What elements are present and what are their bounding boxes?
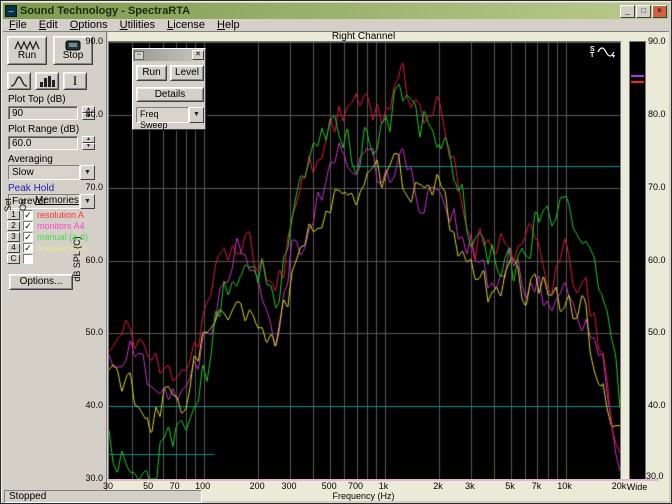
i-beam-icon: I xyxy=(73,75,77,87)
level-meter xyxy=(629,41,646,480)
meter-tick-70.0: 70.0 xyxy=(648,182,672,192)
averaging-label: Averaging xyxy=(8,154,53,165)
run-button[interactable]: Run xyxy=(7,36,47,65)
st-monogram: ST xyxy=(590,47,595,59)
close-button[interactable]: × xyxy=(652,5,667,18)
status-bar: Stopped xyxy=(4,490,202,503)
generator-tool-window[interactable]: ∼ ✕ Run Level Details Freq Sweep ▼ xyxy=(132,48,206,130)
generator-mode-select[interactable]: Freq Sweep ▼ xyxy=(136,107,204,123)
x-tick-2k: 2k xyxy=(421,481,455,491)
chevron-down-icon[interactable]: ▼ xyxy=(189,107,204,123)
curve-icon xyxy=(10,75,28,88)
y-axis-title: dB SPL (C) xyxy=(72,149,84,369)
meter-tick-90.0: 90.0 xyxy=(648,36,672,46)
generator-title-bar[interactable]: ∼ ✕ xyxy=(133,49,205,61)
plot-top-label: Plot Top (dB) xyxy=(8,94,66,105)
generator-mode-value: Freq Sweep xyxy=(136,107,189,123)
memory-set-button-4[interactable]: 4 xyxy=(7,243,20,253)
bar-graph-icon xyxy=(38,75,56,88)
y-tick-40.0: 40.0 xyxy=(73,400,103,410)
generator-run-button[interactable]: Run xyxy=(136,65,167,81)
menu-license[interactable]: License xyxy=(161,19,211,31)
sine-wave-icon xyxy=(597,46,615,59)
meter-tick-40.0: 40.0 xyxy=(648,400,672,410)
memory-on-checkbox-C[interactable] xyxy=(23,254,33,264)
memory-on-checkbox-1[interactable]: ✓ xyxy=(23,210,33,220)
menu-edit[interactable]: Edit xyxy=(33,19,64,31)
memory-on-checkbox-3[interactable]: ✓ xyxy=(23,232,33,242)
memory-on-checkbox-4[interactable]: ✓ xyxy=(23,243,33,253)
memory-set-button-C[interactable]: C xyxy=(7,254,20,264)
app-icon: ∼ xyxy=(5,5,17,17)
plot-range-spinner[interactable]: ▲ ▼ xyxy=(82,136,95,150)
meter-tick-50.0: 50.0 xyxy=(648,327,672,337)
x-tick-200: 200 xyxy=(240,481,274,491)
memory-row-C: C xyxy=(7,253,37,264)
close-icon[interactable]: ✕ xyxy=(192,50,204,60)
cursor-view-button[interactable]: I xyxy=(63,72,87,90)
minimize-button[interactable]: _ xyxy=(620,5,635,18)
meter-label: Wide xyxy=(621,482,653,492)
meter-bottom-tick: 30.0 xyxy=(646,471,664,481)
x-tick-300: 300 xyxy=(272,481,306,491)
menu-help[interactable]: Help xyxy=(211,19,246,31)
meter-tick-60.0: 60.0 xyxy=(648,255,672,265)
sound-technology-logo: ST xyxy=(590,46,615,59)
bars-view-button[interactable] xyxy=(35,72,59,90)
generator-details-button[interactable]: Details xyxy=(136,87,204,102)
control-panel: Run Stop I Plot Top (dB) 90 ▲ ▼ Plot Ran… xyxy=(3,32,107,501)
memory-on-checkbox-2[interactable]: ✓ xyxy=(23,221,33,231)
x-tick-1k: 1k xyxy=(367,481,401,491)
peak-hold-label: Peak Hold xyxy=(8,183,54,194)
memory-set-button-3[interactable]: 3 xyxy=(7,232,20,242)
x-tick-10k: 10k xyxy=(548,481,582,491)
generator-level-button[interactable]: Level xyxy=(170,65,204,81)
run-button-label: Run xyxy=(18,51,36,61)
y-tick-80.0: 80.0 xyxy=(73,109,103,119)
app-window: ∼ Sound Technology - SpectraRTA _ □ × Fi… xyxy=(0,0,672,504)
menu-options[interactable]: Options xyxy=(64,19,114,31)
meter-tick-80.0: 80.0 xyxy=(648,109,672,119)
spectrum-view-button[interactable] xyxy=(7,72,31,90)
x-tick-3k: 3k xyxy=(453,481,487,491)
plot-range-input[interactable]: 60.0 xyxy=(8,136,78,150)
menu-file[interactable]: File xyxy=(3,19,33,31)
waveform-icon: ∼ xyxy=(134,51,144,60)
memory-set-button-2[interactable]: 2 xyxy=(7,221,20,231)
plot-top-input[interactable]: 90 xyxy=(8,106,78,120)
y-tick-90.0: 90.0 xyxy=(73,36,103,46)
window-title: Sound Technology - SpectraRTA xyxy=(20,5,619,17)
maximize-button[interactable]: □ xyxy=(636,5,651,18)
spin-up-icon[interactable]: ▲ xyxy=(82,136,95,143)
memory-set-button-1[interactable]: 1 xyxy=(7,210,20,220)
menu-utilities[interactable]: Utilities xyxy=(114,19,161,31)
stop-button-label: Stop xyxy=(63,51,84,61)
averaging-value: Slow xyxy=(8,165,80,180)
options-button[interactable]: Options... xyxy=(9,274,73,290)
title-bar[interactable]: ∼ Sound Technology - SpectraRTA _ □ × xyxy=(3,3,669,19)
plot-range-label: Plot Range (dB) xyxy=(8,124,79,135)
